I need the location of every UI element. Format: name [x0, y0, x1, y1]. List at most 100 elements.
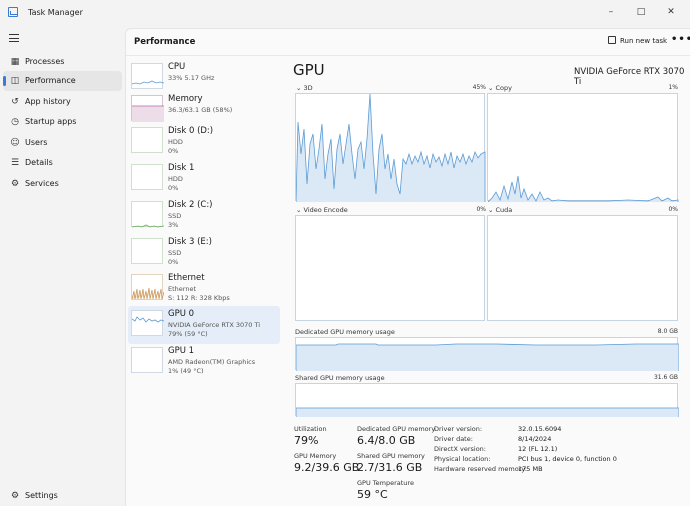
engine-cuda-graph	[487, 215, 678, 321]
device-name: Disk 3 (E:)	[168, 237, 212, 247]
shared-memory-graph	[295, 383, 679, 417]
device-disk-3[interactable]: Disk 3 (E:) SSD 0%	[128, 234, 280, 272]
ethernet-mini-graph	[131, 274, 165, 300]
hamburger-menu-icon[interactable]	[9, 34, 19, 42]
directx-version-value: 12 (FL 12.1)	[518, 445, 558, 453]
shared-memory-label: Shared GPU memory usage	[295, 374, 385, 382]
engine-copy-label[interactable]: ⌄ Copy	[488, 84, 512, 92]
nav-label: Services	[25, 179, 59, 188]
device-detail: SSD	[168, 212, 182, 220]
gpu-memory-label: GPU Memory	[294, 452, 337, 460]
gpu-title: GPU	[293, 61, 325, 79]
device-name: Disk 1	[168, 163, 195, 173]
nav-item-settings[interactable]: ⚙ Settings	[3, 486, 128, 502]
device-name: GPU 1	[168, 346, 195, 356]
users-icon: ☺	[10, 138, 20, 148]
device-name: Ethernet	[168, 273, 205, 283]
engine-copy-graph	[487, 93, 679, 202]
maximize-button[interactable]: □	[626, 4, 656, 20]
cpu-mini-graph	[131, 63, 165, 89]
physical-location-value: PCI bus 1, device 0, function 0	[518, 455, 617, 463]
shared-memory-stat-label: Shared GPU memory	[357, 452, 425, 460]
header-divider	[126, 55, 690, 56]
engine-cuda-label[interactable]: ⌄ Cuda	[488, 206, 512, 214]
nav-label: Performance	[25, 76, 76, 85]
utilization-value: 79%	[294, 434, 319, 447]
nav-label: Users	[25, 138, 48, 147]
device-usage: S: 112 R: 328 Kbps	[168, 294, 230, 302]
device-name: Disk 2 (C:)	[168, 200, 213, 210]
memory-mini-graph	[131, 95, 164, 122]
nav-label: Settings	[25, 491, 58, 500]
engine-3d-label[interactable]: ⌄ 3D	[296, 84, 313, 92]
startup-icon: ◷	[11, 117, 19, 127]
disk-1-mini-graph	[131, 164, 163, 190]
driver-date-value: 8/14/2024	[518, 435, 552, 443]
device-name: Disk 0 (D:)	[168, 126, 214, 136]
main-pane: Performance Run new task ••• CPU 33% 5.1…	[125, 28, 690, 506]
details-icon: ☰	[10, 158, 20, 168]
engine-video-encode-label[interactable]: ⌄ Video Encode	[296, 206, 348, 214]
utilization-label: Utilization	[294, 425, 327, 433]
device-name: GPU 0	[168, 309, 195, 319]
engine-cuda-pct: 0%	[668, 206, 678, 213]
nav-item-services[interactable]: ⚙ Services	[3, 174, 122, 194]
task-manager-icon	[8, 7, 18, 17]
nav-label: Details	[25, 158, 53, 167]
dedicated-memory-max: 8.0 GB	[657, 328, 678, 335]
more-options-icon[interactable]: •••	[671, 34, 690, 45]
run-task-icon	[608, 36, 616, 44]
history-icon: ↺	[11, 97, 19, 107]
device-detail: AMD Radeon(TM) Graphics	[168, 358, 256, 366]
driver-version-key: Driver version:	[434, 425, 483, 433]
device-detail: HDD	[168, 138, 183, 146]
device-detail: Ethernet	[168, 285, 196, 293]
dedicated-memory-stat-value: 6.4/8.0 GB	[357, 434, 416, 447]
device-gpu-0[interactable]: GPU 0 NVIDIA GeForce RTX 3070 Ti 79% (59…	[128, 306, 280, 344]
device-usage: 3%	[168, 221, 179, 229]
close-button[interactable]: ✕	[656, 4, 686, 20]
processes-icon: ▦	[10, 57, 20, 67]
directx-version-key: DirectX version:	[434, 445, 486, 453]
device-name: CPU	[168, 62, 186, 72]
nav-label: Startup apps	[25, 117, 77, 126]
services-icon: ⚙	[10, 179, 20, 189]
device-detail: 36.3/63.1 GB (58%)	[168, 106, 233, 114]
disk-2-mini-graph	[131, 201, 165, 228]
device-detail: NVIDIA GeForce RTX 3070 Ti	[168, 321, 261, 329]
driver-version-value: 32.0.15.6094	[518, 425, 562, 433]
run-new-task-button[interactable]: Run new task	[608, 36, 667, 45]
gpu-temperature-label: GPU Temperature	[357, 479, 414, 487]
device-ethernet[interactable]: Ethernet Ethernet S: 112 R: 328 Kbps	[128, 270, 280, 308]
window-title: Task Manager	[28, 8, 83, 17]
nav-item-details[interactable]: ☰ Details	[3, 153, 122, 173]
nav-item-performance[interactable]: ◫ Performance	[3, 71, 122, 91]
device-usage: 0%	[168, 184, 179, 192]
disk-0-mini-graph	[131, 127, 163, 153]
device-disk-0[interactable]: Disk 0 (D:) HDD 0%	[128, 123, 280, 161]
minimize-button[interactable]: –	[596, 4, 626, 20]
nav-item-processes[interactable]: ▦ Processes	[3, 52, 122, 72]
dedicated-memory-stat-label: Dedicated GPU memory	[357, 425, 436, 433]
physical-location-key: Physical location:	[434, 455, 491, 463]
settings-gear-icon: ⚙	[10, 491, 20, 501]
nav-item-startup-apps[interactable]: ◷ Startup apps	[3, 112, 122, 132]
nav-item-app-history[interactable]: ↺ App history	[3, 92, 122, 112]
device-usage: 79% (59 °C)	[168, 330, 208, 338]
performance-icon: ◫	[10, 76, 20, 86]
device-usage: 1% (49 °C)	[168, 367, 204, 375]
device-disk-2[interactable]: Disk 2 (C:) SSD 3%	[128, 197, 280, 235]
device-usage: 0%	[168, 258, 179, 266]
device-detail: 33% 5.17 GHz	[168, 74, 215, 82]
shared-memory-max: 31.6 GB	[653, 374, 678, 381]
engine-3d-graph	[295, 93, 486, 202]
hardware-reserved-value: 175 MB	[518, 465, 543, 473]
device-gpu-1[interactable]: GPU 1 AMD Radeon(TM) Graphics 1% (49 °C)	[128, 343, 280, 381]
nav-label: App history	[25, 97, 71, 106]
left-nav: ▦ Processes ◫ Performance ↺ App history …	[0, 28, 125, 506]
driver-date-key: Driver date:	[434, 435, 473, 443]
device-disk-1[interactable]: Disk 1 HDD 0%	[128, 160, 280, 198]
gpu-1-mini-graph	[131, 347, 163, 373]
gpu-temperature-value: 59 °C	[357, 488, 388, 501]
nav-item-users[interactable]: ☺ Users	[3, 133, 122, 153]
